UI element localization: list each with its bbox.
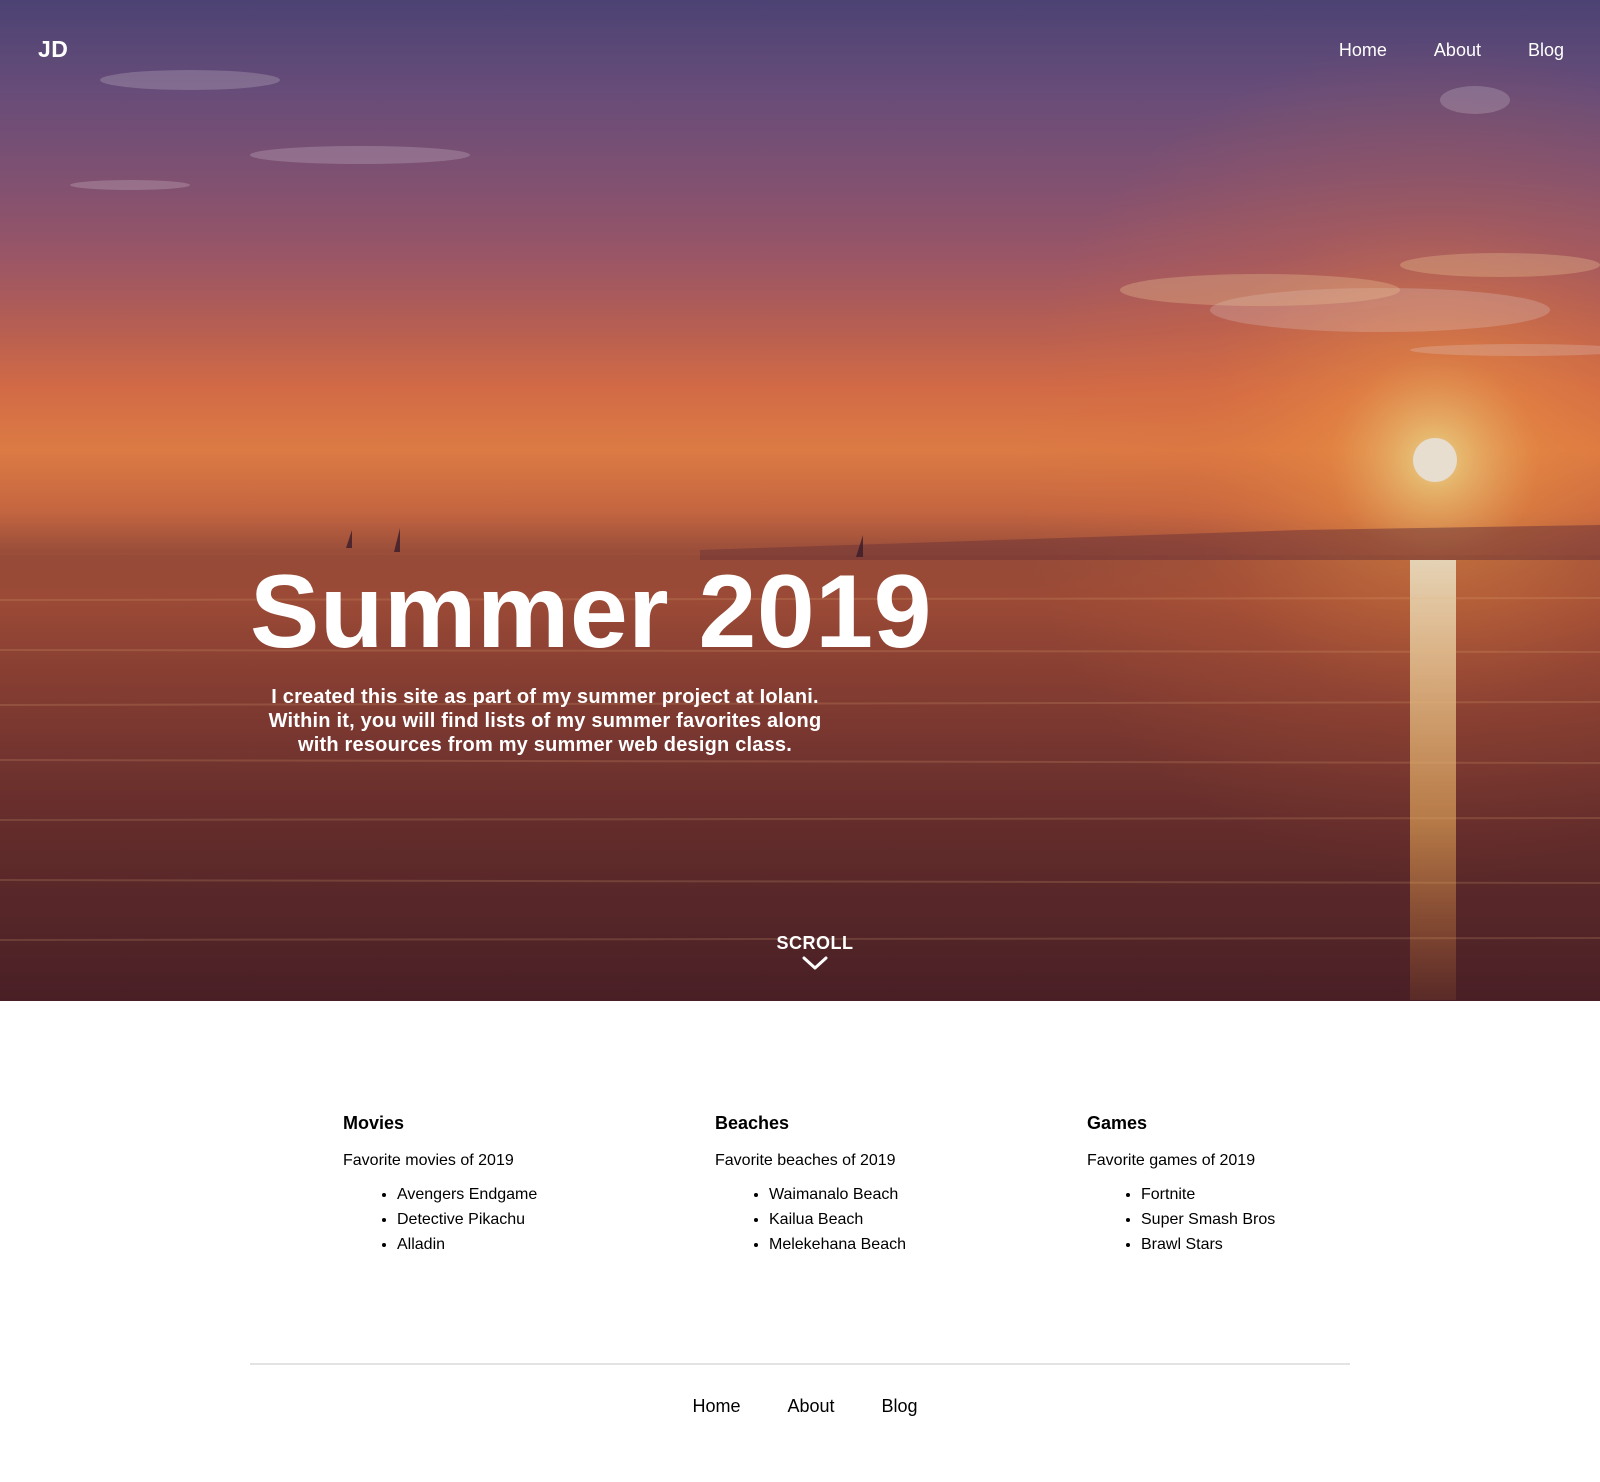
hero-overlay bbox=[0, 0, 1600, 1001]
footer-link-about[interactable]: About bbox=[787, 1396, 834, 1417]
site-logo[interactable]: JD bbox=[38, 36, 68, 63]
footer-link-home[interactable]: Home bbox=[692, 1396, 740, 1417]
list-item: Waimanalo Beach bbox=[769, 1182, 1087, 1207]
footer-nav: Home About Blog bbox=[0, 1396, 1600, 1417]
footer-link-blog[interactable]: Blog bbox=[882, 1396, 918, 1417]
movies-column: Movies Favorite movies of 2019 Avengers … bbox=[343, 1113, 715, 1257]
nav-link-home[interactable]: Home bbox=[1339, 40, 1387, 61]
list-item: Melekehana Beach bbox=[769, 1232, 1087, 1257]
games-list: Fortnite Super Smash Bros Brawl Stars bbox=[1087, 1182, 1459, 1257]
games-column: Games Favorite games of 2019 Fortnite Su… bbox=[1087, 1113, 1459, 1257]
nav-link-about[interactable]: About bbox=[1434, 40, 1481, 61]
list-item: Detective Pikachu bbox=[397, 1207, 715, 1232]
column-title: Movies bbox=[343, 1113, 405, 1133]
list-item: Super Smash Bros bbox=[1141, 1207, 1459, 1232]
beaches-column: Beaches Favorite beaches of 2019 Waimana… bbox=[715, 1113, 1087, 1257]
list-item: Fortnite bbox=[1141, 1182, 1459, 1207]
top-nav: Home About Blog bbox=[1339, 40, 1564, 61]
column-title: Beaches bbox=[715, 1113, 790, 1133]
beaches-list: Waimanalo Beach Kailua Beach Melekehana … bbox=[715, 1182, 1087, 1257]
hero-section: JD Home About Blog Summer 2019 I created… bbox=[0, 0, 1600, 1001]
column-title: Games bbox=[1087, 1113, 1148, 1133]
chevron-down-icon bbox=[802, 956, 828, 970]
scroll-label: SCROLL bbox=[776, 933, 854, 953]
column-subtitle: Favorite movies of 2019 bbox=[343, 1152, 514, 1169]
hero-description: I created this site as part of my summer… bbox=[268, 686, 822, 756]
favorites-columns: Movies Favorite movies of 2019 Avengers … bbox=[343, 1113, 1459, 1257]
list-item: Brawl Stars bbox=[1141, 1232, 1459, 1257]
column-subtitle: Favorite games of 2019 bbox=[1087, 1152, 1256, 1169]
list-item: Alladin bbox=[397, 1232, 715, 1257]
list-item: Avengers Endgame bbox=[397, 1182, 715, 1207]
scroll-button[interactable]: SCROLL bbox=[760, 933, 870, 970]
list-item: Kailua Beach bbox=[769, 1207, 1087, 1232]
favorites-section: Movies Favorite movies of 2019 Avengers … bbox=[0, 1001, 1600, 1482]
column-subtitle: Favorite beaches of 2019 bbox=[715, 1152, 896, 1169]
footer-divider bbox=[250, 1363, 1350, 1365]
nav-link-blog[interactable]: Blog bbox=[1528, 40, 1564, 61]
hero-title: Summer 2019 bbox=[250, 554, 932, 670]
movies-list: Avengers Endgame Detective Pikachu Allad… bbox=[343, 1182, 715, 1257]
